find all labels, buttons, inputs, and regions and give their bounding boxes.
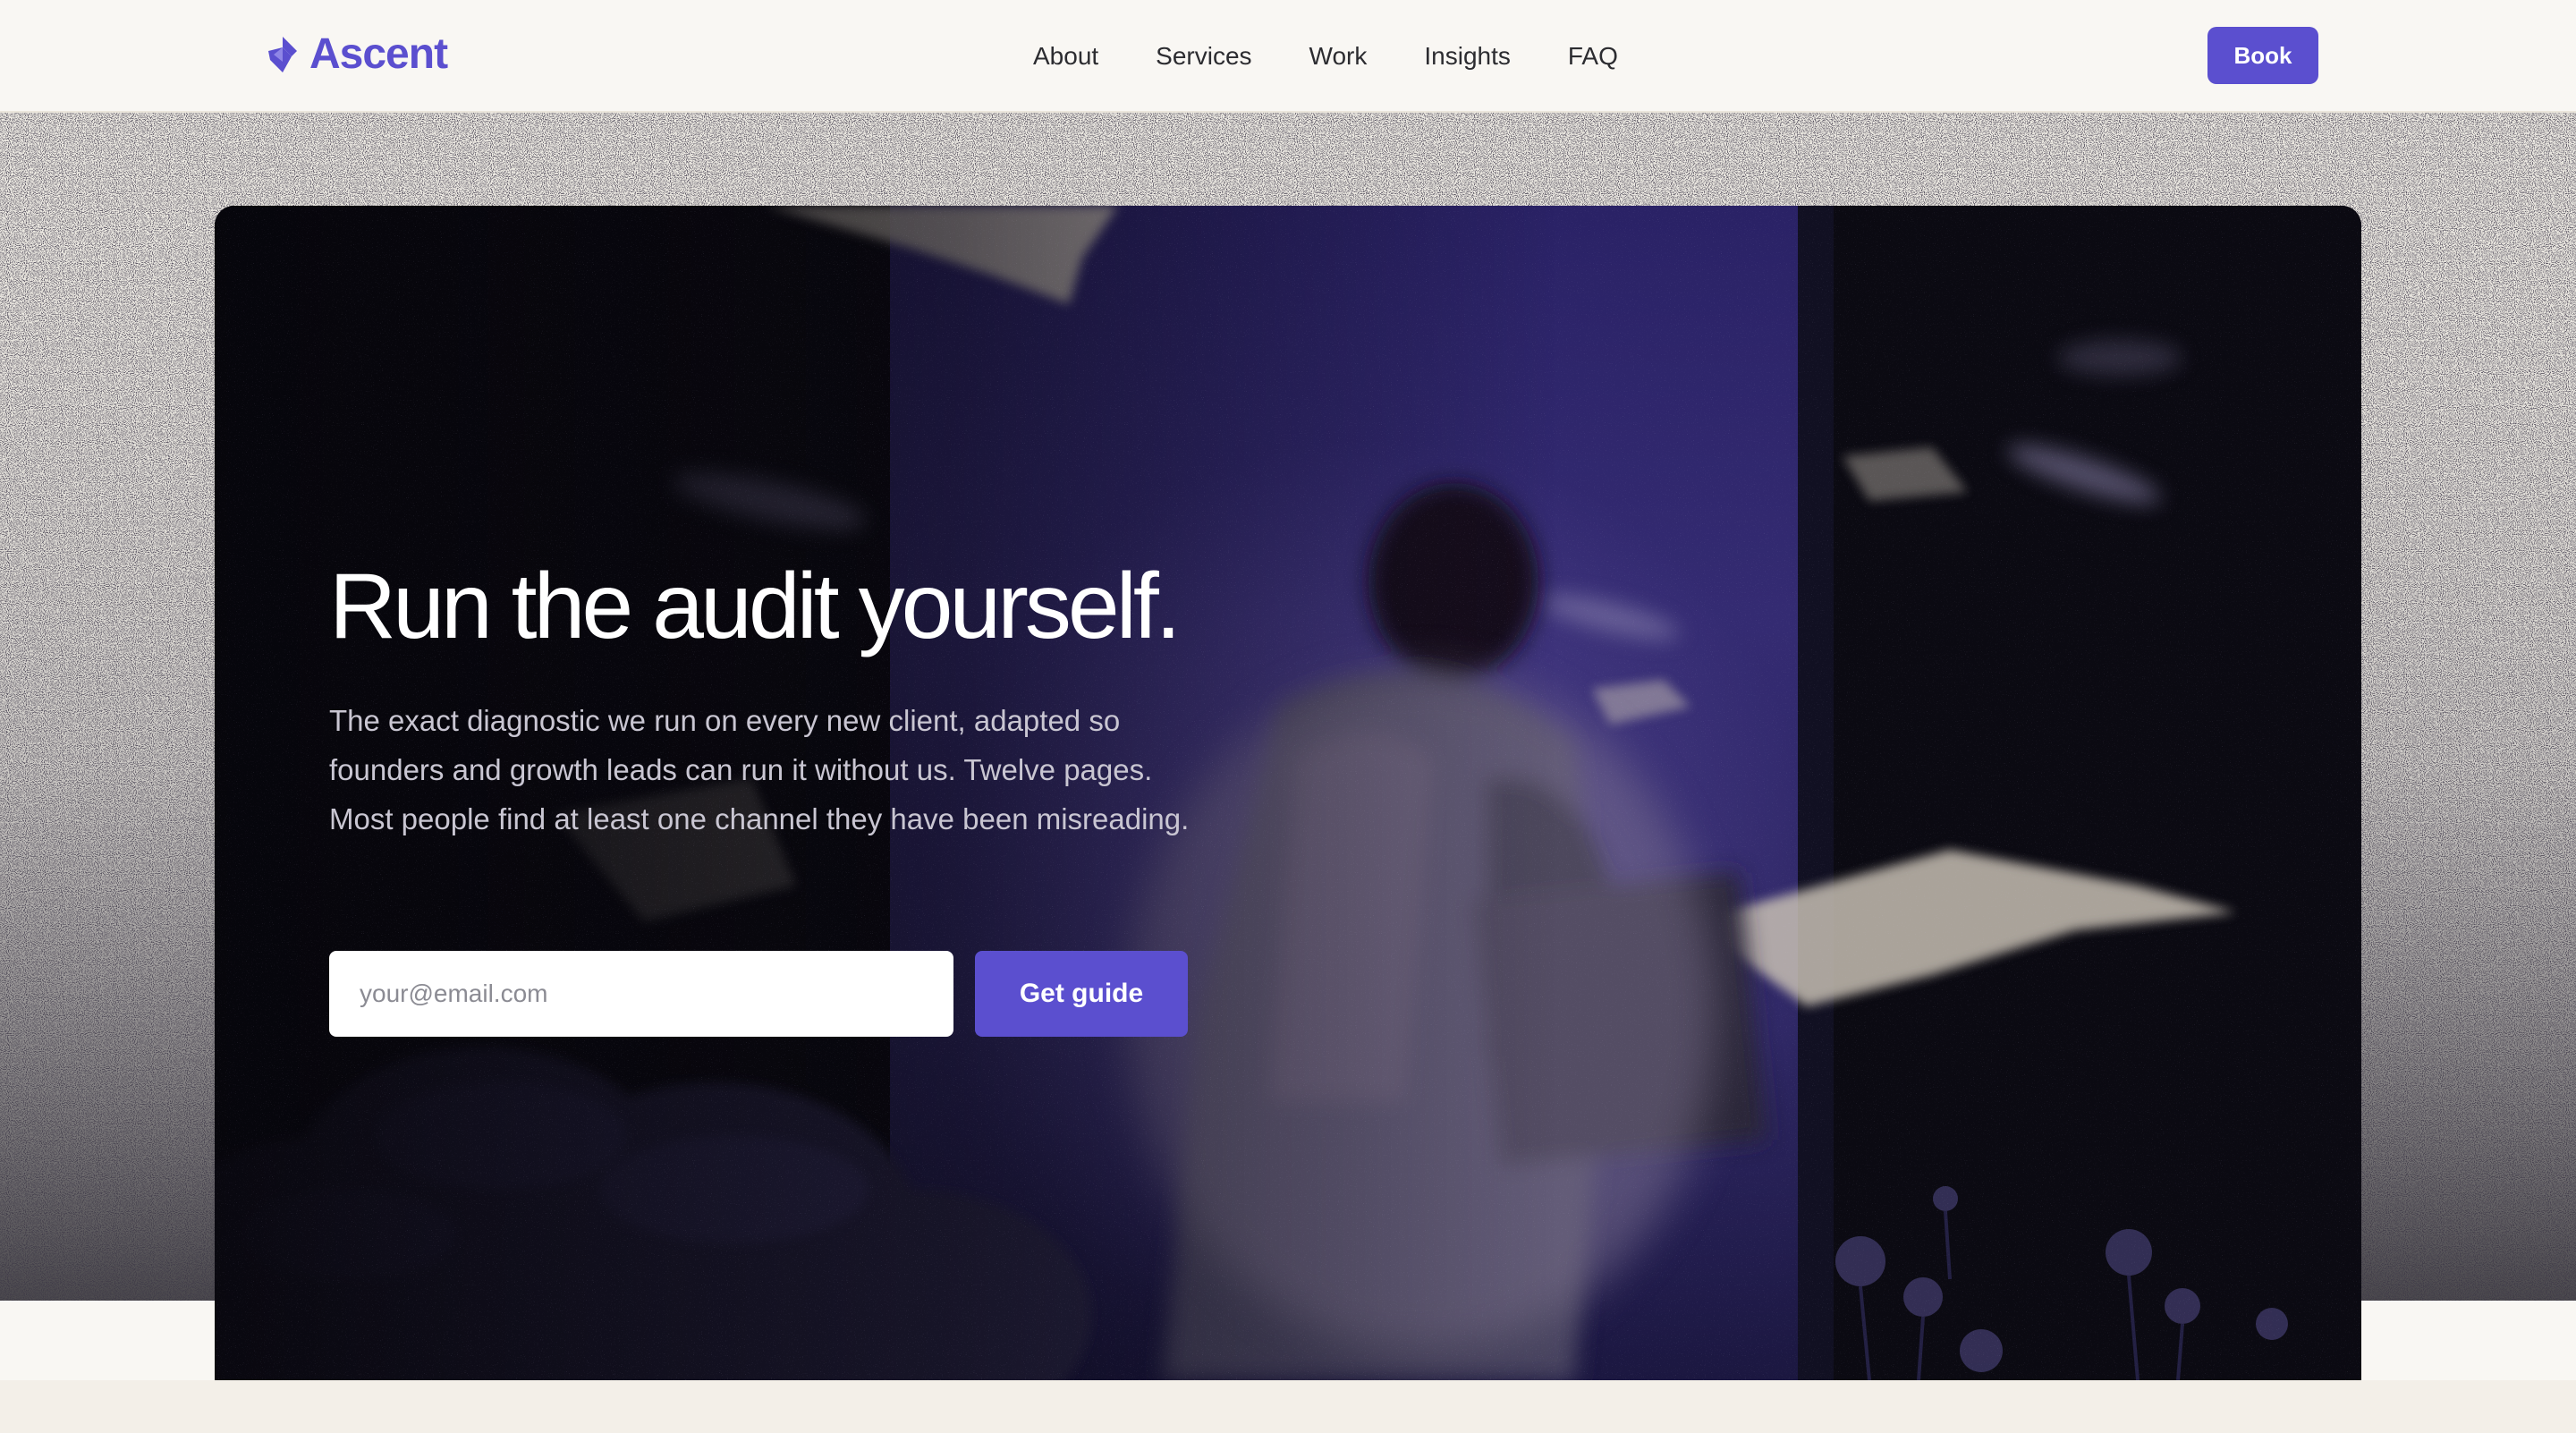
hero-title: Run the audit yourself.	[329, 555, 1182, 658]
email-input[interactable]	[329, 951, 953, 1037]
nav-link-insights[interactable]: Insights	[1424, 39, 1511, 73]
guide-signup-form: Get guide	[329, 951, 1188, 1037]
hero-subtitle: The exact diagnostic we run on every new…	[329, 704, 1190, 835]
hero-banner: Run the audit yourself. The exact diagno…	[215, 206, 2361, 1380]
nav-link-work[interactable]: Work	[1309, 39, 1368, 73]
get-guide-button[interactable]: Get guide	[975, 951, 1188, 1037]
brand-name: Ascent	[309, 30, 448, 78]
nav-link-services[interactable]: Services	[1156, 39, 1251, 73]
nav-link-about[interactable]: About	[1033, 39, 1098, 73]
nav-link-faq[interactable]: FAQ	[1568, 39, 1618, 73]
next-section-edge	[0, 1380, 2576, 1433]
site-header: Ascent About Services Work Insights FAQ …	[0, 0, 2576, 113]
mountain-peak-icon	[268, 37, 297, 72]
hero-content: Run the audit yourself. The exact diagno…	[329, 553, 1224, 844]
main-nav: About Services Work Insights FAQ	[1033, 39, 1618, 73]
book-button[interactable]: Book	[2207, 27, 2318, 84]
brand-logo[interactable]: Ascent	[265, 30, 448, 78]
